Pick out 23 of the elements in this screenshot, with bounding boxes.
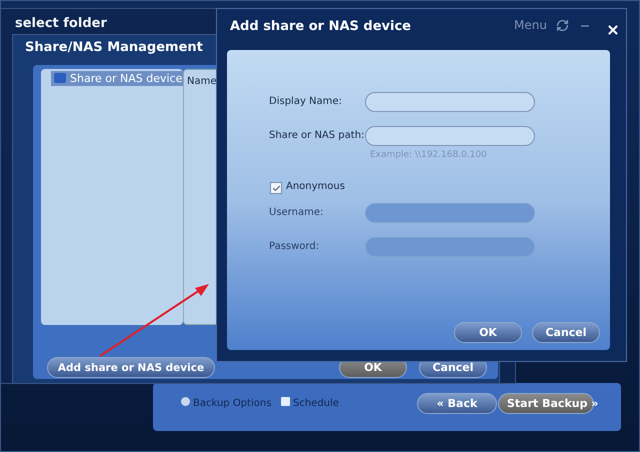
field-label: Display Name: (269, 96, 342, 107)
tree-item[interactable]: Share or NAS device (51, 71, 186, 86)
text-field[interactable] (365, 92, 535, 112)
field-label: Password: (269, 241, 320, 252)
field-label: Share or NAS path: (269, 130, 364, 141)
window-title: Share/NAS Management (25, 40, 203, 55)
cancel-button[interactable]: Cancel (532, 322, 600, 343)
checkbox-label[interactable]: Anonymous (286, 181, 345, 192)
add-share-button[interactable]: Add share or NAS device (47, 357, 215, 378)
back-button[interactable]: « Back (417, 393, 497, 414)
checkbox[interactable] (270, 182, 282, 194)
check-icon (272, 184, 280, 192)
text-field[interactable] (365, 126, 535, 146)
schedule-link[interactable]: Schedule (281, 397, 339, 409)
backup-options-link[interactable]: Backup Options (181, 397, 272, 409)
dialog-title: Add share or NAS device (230, 19, 411, 34)
column-header[interactable]: Name (187, 76, 217, 87)
close-icon[interactable] (606, 23, 620, 37)
window-title: select folder (15, 16, 107, 31)
refresh-icon[interactable] (556, 19, 569, 32)
ok-button[interactable]: OK (454, 322, 522, 343)
field-label: Username: (269, 207, 324, 218)
menu-link[interactable]: Menu (514, 18, 547, 32)
